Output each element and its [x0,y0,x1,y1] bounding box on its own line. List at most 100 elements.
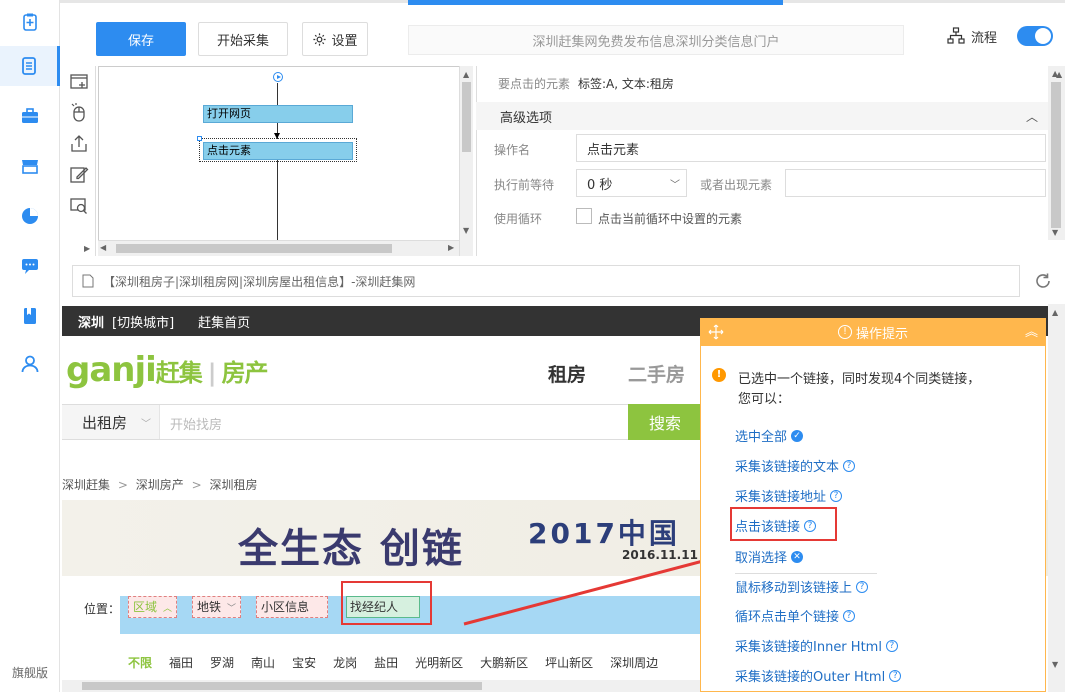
flow-node-click-element[interactable]: 点击元素 [203,142,353,160]
district-item[interactable]: 光明新区 [415,654,463,671]
save-button[interactable]: 保存 [96,22,186,56]
operation-name-input[interactable]: 点击元素 [576,134,1046,162]
filter-tag-community[interactable]: 小区信息 [256,596,328,618]
flow-hscroll-thumb[interactable] [116,244,392,253]
extract-data-tool-icon[interactable] [69,134,89,154]
expand-icon[interactable]: ▶ [84,244,90,253]
collect-inner-html-link[interactable]: 采集该链接的Inner Html? [735,636,898,655]
mouse-click-tool-icon[interactable] [69,102,89,122]
district-item[interactable]: 深圳周边 [610,654,658,671]
district-item[interactable]: 福田 [169,654,193,671]
sidebar-item-market[interactable] [0,146,60,186]
breadcrumb-item[interactable]: 深圳租房 [209,478,257,492]
logo-cn-text: 赶集 [155,359,203,387]
district-item[interactable]: 龙岗 [333,654,357,671]
flow-toggle-area[interactable]: 流程 [947,26,1054,46]
collect-link-text-link[interactable]: 采集该链接的文本? [735,456,856,475]
district-item[interactable]: 不限 [128,654,152,671]
use-loop-label: 使用循环 [494,212,543,226]
flow-horizontal-scrollbar[interactable]: ◀ ▶ [98,240,459,256]
district-item[interactable]: 罗湖 [210,654,234,671]
sidebar-item-tutorial[interactable] [0,296,60,336]
target-element-label: 要点击的元素 [498,77,571,91]
wait-time-select[interactable]: 0 秒 ﹀ [576,169,687,197]
sidebar-item-toolbox[interactable] [0,96,60,136]
flow-canvas[interactable]: 打开网页 点击元素 [98,66,473,256]
tips-message-line1: 已选中一个链接，同时发现4个同类链接， [738,372,981,387]
start-collect-button[interactable]: 开始采集 [198,22,288,56]
select-all-link[interactable]: 选中全部 ✓ [735,426,804,445]
page-vertical-scrollbar[interactable]: ▲ ▼ [1048,304,1065,692]
filter-tag-subway[interactable]: 地铁 ﹀ [192,596,242,618]
props-vscroll-thumb[interactable] [1051,82,1061,228]
collapse-icon[interactable]: ︽ [1025,321,1038,340]
nav-second-hand-link[interactable]: 二手房 [628,360,685,387]
district-item[interactable]: 大鹏新区 [480,654,528,671]
ganji-logo[interactable]: ganji赶集 | 房产 [66,350,269,390]
scroll-left-icon[interactable]: ◀ [100,243,106,252]
target-element-value: 标签:A, 文本:租房 [578,77,674,91]
scroll-up-icon[interactable]: ▲ [1056,70,1062,79]
scroll-up-icon[interactable]: ▲ [1052,308,1058,317]
selection-handle[interactable] [197,136,202,141]
scroll-down-icon[interactable]: ▼ [1052,660,1058,669]
search-category-select[interactable]: 出租房 ﹀ [62,405,160,439]
page-horizontal-scrollbar[interactable] [62,680,702,692]
input-text-tool-icon[interactable] [69,164,89,184]
switch-city-link[interactable]: [切换城市] [112,312,174,331]
hover-link-link[interactable]: 鼠标移动到该链接上? [735,577,869,596]
scroll-down-icon[interactable]: ▼ [1052,228,1058,237]
settings-button[interactable]: 设置 [302,22,368,56]
sidebar-item-messages[interactable] [0,246,60,286]
collect-outer-html-link[interactable]: 采集该链接的Outer Html? [735,666,902,685]
pie-chart-icon [22,208,38,224]
district-item[interactable]: 盐田 [374,654,398,671]
use-loop-checkbox[interactable] [576,208,592,224]
district-item[interactable]: 坪山新区 [545,654,593,671]
document-icon [21,57,36,75]
site-search-input[interactable]: 开始找房 [170,414,222,433]
breadcrumb-item[interactable]: 深圳赶集 [62,478,110,492]
properties-vertical-scrollbar[interactable]: ▲ [1048,66,1065,240]
help-icon: ? [885,639,898,652]
flow-vscroll-thumb[interactable] [462,82,471,152]
collect-link-url-link[interactable]: 采集该链接地址? [735,486,843,505]
district-item[interactable]: 宝安 [292,654,316,671]
address-bar[interactable]: 【深圳租房子|深圳租房网|深圳房屋出租信息】-深圳赶集网 [72,265,1020,297]
loop-click-link[interactable]: 循环点击单个链接? [735,606,856,625]
recognize-captcha-tool-icon[interactable] [69,196,89,216]
city-name: 深圳 [78,315,105,331]
sidebar-item-new-task[interactable] [0,2,60,42]
scroll-down-icon[interactable]: ▼ [463,226,469,235]
advanced-options-header[interactable]: 高级选项 ︿ [476,102,1048,130]
wait-time-value: 0 秒 [587,177,613,193]
scroll-right-icon[interactable]: ▶ [448,243,454,252]
sidebar-item-stats[interactable] [0,196,60,236]
sidebar-item-tasks[interactable] [0,46,60,86]
flow-node-open-page[interactable]: 打开网页 [203,105,353,123]
scroll-up-icon[interactable]: ▲ [463,70,469,79]
help-icon: ? [830,489,843,502]
open-page-tool-icon[interactable] [69,72,89,92]
breadcrumb-item[interactable]: 深圳房产 [136,478,184,492]
chevron-up-icon[interactable]: ︿ [1026,108,1038,125]
sidebar-item-account[interactable] [0,344,60,384]
filter-tag-area[interactable]: 区域 ︿ [128,596,178,618]
flow-vertical-scrollbar[interactable]: ▲ ▼ [459,66,473,256]
site-search-button[interactable]: 搜索 [628,404,702,440]
flow-tools-panel [62,66,96,256]
active-tab-indicator [408,0,783,5]
flow-start-icon[interactable] [273,72,283,82]
nav-rent-link[interactable]: 租房 [548,360,586,387]
operation-tips-header[interactable]: ! 操作提示 ︽ [700,318,1046,346]
cancel-selection-link[interactable]: 取消选择 ✕ [735,547,804,566]
refresh-icon[interactable] [1034,272,1052,290]
move-handle-icon[interactable] [708,324,724,340]
district-item[interactable]: 南山 [251,654,275,671]
edition-label: 旗舰版 [11,666,48,680]
flow-toggle-switch[interactable] [1017,26,1054,46]
home-link[interactable]: 赶集首页 [198,312,250,331]
page-hscroll-thumb[interactable] [82,682,482,690]
book-icon [24,308,36,324]
or-element-appears-input[interactable] [785,169,1046,197]
